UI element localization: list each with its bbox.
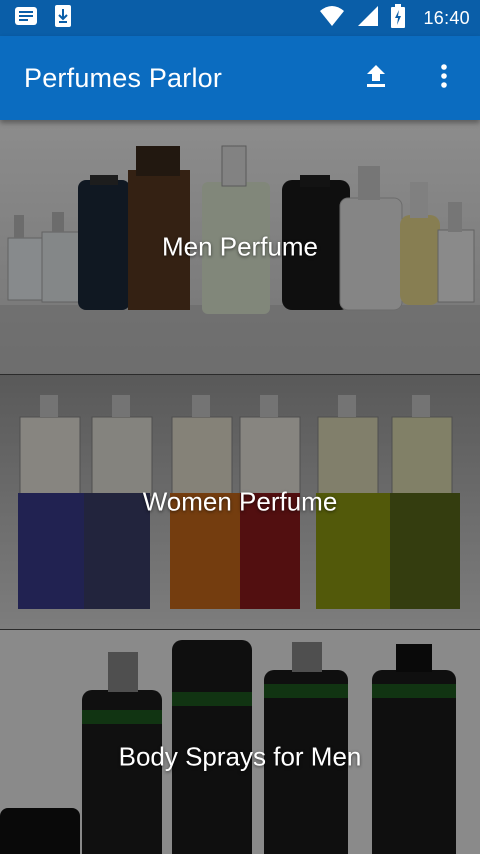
notification-news-icon <box>14 5 38 32</box>
wifi-icon <box>319 5 345 32</box>
app-bar: Perfumes Parlor <box>0 36 480 120</box>
status-time: 16:40 <box>423 7 470 28</box>
upload-button[interactable] <box>362 64 390 92</box>
category-list: Men Perfume Women Perfume Body Sprays fo… <box>0 120 480 854</box>
category-label: Body Sprays for Men <box>118 741 362 772</box>
category-label: Men Perfume <box>161 231 319 262</box>
category-card-men-perfume[interactable]: Men Perfume <box>0 120 480 375</box>
overflow-menu-icon <box>440 63 448 94</box>
category-card-women-perfume[interactable]: Women Perfume <box>0 375 480 630</box>
overflow-menu-button[interactable] <box>430 63 458 94</box>
download-notification-icon <box>54 4 72 33</box>
cell-signal-icon <box>357 5 379 32</box>
status-bar: 16:40 <box>0 0 480 36</box>
category-label: Women Perfume <box>142 486 338 517</box>
app-title: Perfumes Parlor <box>24 62 223 93</box>
upload-icon <box>364 63 388 94</box>
category-card-body-sprays-for-men[interactable]: Body Sprays for Men <box>0 630 480 854</box>
battery-charging-icon <box>391 3 406 33</box>
